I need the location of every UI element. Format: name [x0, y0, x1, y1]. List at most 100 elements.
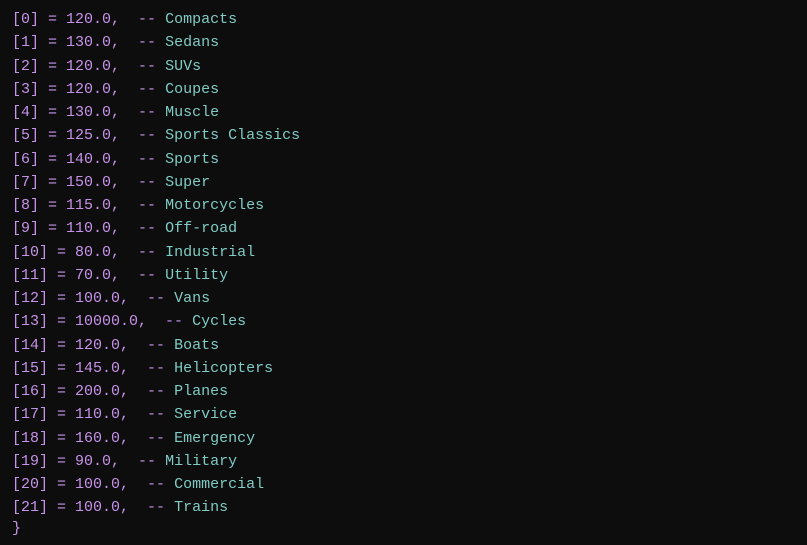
list-item: [20] = 100.0, -- Commercial — [12, 473, 795, 496]
item-label: Service — [174, 403, 237, 426]
separator: -- — [129, 287, 174, 310]
closing-brace-line: } — [12, 520, 795, 537]
list-item: [1] = 130.0, -- Sedans — [12, 31, 795, 54]
equals-sign: = — [48, 264, 75, 287]
equals-sign: = — [39, 217, 66, 240]
separator: -- — [129, 334, 174, 357]
separator: -- — [129, 403, 174, 426]
code-block: [0] = 120.0, -- Compacts[1] = 130.0, -- … — [12, 8, 795, 520]
list-item: [16] = 200.0, -- Planes — [12, 380, 795, 403]
equals-sign: = — [39, 148, 66, 171]
list-item: [7] = 150.0, -- Super — [12, 171, 795, 194]
separator: -- — [129, 473, 174, 496]
item-label: SUVs — [165, 55, 201, 78]
list-item: [10] = 80.0, -- Industrial — [12, 241, 795, 264]
item-label: Motorcycles — [165, 194, 264, 217]
item-index: [21] — [12, 496, 48, 519]
item-label: Boats — [174, 334, 219, 357]
item-value: 10000.0, — [75, 310, 147, 333]
item-label: Emergency — [174, 427, 255, 450]
list-item: [4] = 130.0, -- Muscle — [12, 101, 795, 124]
equals-sign: = — [39, 31, 66, 54]
equals-sign: = — [48, 450, 75, 473]
equals-sign: = — [48, 380, 75, 403]
item-label: Military — [165, 450, 237, 473]
item-value: 145.0, — [75, 357, 129, 380]
item-label: Muscle — [165, 101, 219, 124]
separator: -- — [120, 31, 165, 54]
separator: -- — [129, 427, 174, 450]
separator: -- — [120, 8, 165, 31]
item-label: Compacts — [165, 8, 237, 31]
item-value: 110.0, — [75, 403, 129, 426]
equals-sign: = — [48, 473, 75, 496]
equals-sign: = — [48, 357, 75, 380]
item-value: 100.0, — [75, 496, 129, 519]
list-item: [14] = 120.0, -- Boats — [12, 334, 795, 357]
item-value: 150.0, — [66, 171, 120, 194]
separator: -- — [120, 124, 165, 147]
item-index: [1] — [12, 31, 39, 54]
separator: -- — [120, 171, 165, 194]
equals-sign: = — [39, 101, 66, 124]
item-index: [11] — [12, 264, 48, 287]
item-value: 120.0, — [75, 334, 129, 357]
list-item: [18] = 160.0, -- Emergency — [12, 427, 795, 450]
separator: -- — [120, 264, 165, 287]
item-value: 130.0, — [66, 101, 120, 124]
list-item: [21] = 100.0, -- Trains — [12, 496, 795, 519]
item-index: [9] — [12, 217, 39, 240]
item-index: [19] — [12, 450, 48, 473]
equals-sign: = — [39, 194, 66, 217]
separator: -- — [129, 496, 174, 519]
item-label: Off-road — [165, 217, 237, 240]
item-label: Industrial — [165, 241, 255, 264]
separator: -- — [120, 101, 165, 124]
item-index: [6] — [12, 148, 39, 171]
item-label: Sedans — [165, 31, 219, 54]
equals-sign: = — [48, 334, 75, 357]
item-value: 100.0, — [75, 287, 129, 310]
item-value: 120.0, — [66, 55, 120, 78]
item-label: Sports Classics — [165, 124, 300, 147]
list-item: [13] = 10000.0, -- Cycles — [12, 310, 795, 333]
item-label: Helicopters — [174, 357, 273, 380]
separator: -- — [120, 450, 165, 473]
item-label: Super — [165, 171, 210, 194]
list-item: [6] = 140.0, -- Sports — [12, 148, 795, 171]
item-label: Cycles — [192, 310, 246, 333]
separator: -- — [120, 217, 165, 240]
item-label: Commercial — [174, 473, 264, 496]
item-label: Coupes — [165, 78, 219, 101]
item-index: [4] — [12, 101, 39, 124]
item-index: [13] — [12, 310, 48, 333]
list-item: [2] = 120.0, -- SUVs — [12, 55, 795, 78]
equals-sign: = — [39, 55, 66, 78]
item-index: [16] — [12, 380, 48, 403]
list-item: [8] = 115.0, -- Motorcycles — [12, 194, 795, 217]
list-item: [0] = 120.0, -- Compacts — [12, 8, 795, 31]
item-value: 120.0, — [66, 8, 120, 31]
item-value: 110.0, — [66, 217, 120, 240]
equals-sign: = — [48, 241, 75, 264]
list-item: [15] = 145.0, -- Helicopters — [12, 357, 795, 380]
separator: -- — [120, 55, 165, 78]
item-label: Trains — [174, 496, 228, 519]
list-item: [19] = 90.0, -- Military — [12, 450, 795, 473]
item-index: [2] — [12, 55, 39, 78]
equals-sign: = — [48, 427, 75, 450]
item-label: Sports — [165, 148, 219, 171]
list-item: [3] = 120.0, -- Coupes — [12, 78, 795, 101]
item-index: [20] — [12, 473, 48, 496]
list-item: [12] = 100.0, -- Vans — [12, 287, 795, 310]
separator: -- — [129, 357, 174, 380]
item-index: [14] — [12, 334, 48, 357]
separator: -- — [120, 241, 165, 264]
item-index: [17] — [12, 403, 48, 426]
item-index: [3] — [12, 78, 39, 101]
item-index: [15] — [12, 357, 48, 380]
closing-brace: } — [12, 520, 21, 537]
item-index: [18] — [12, 427, 48, 450]
item-label: Utility — [165, 264, 228, 287]
item-value: 200.0, — [75, 380, 129, 403]
